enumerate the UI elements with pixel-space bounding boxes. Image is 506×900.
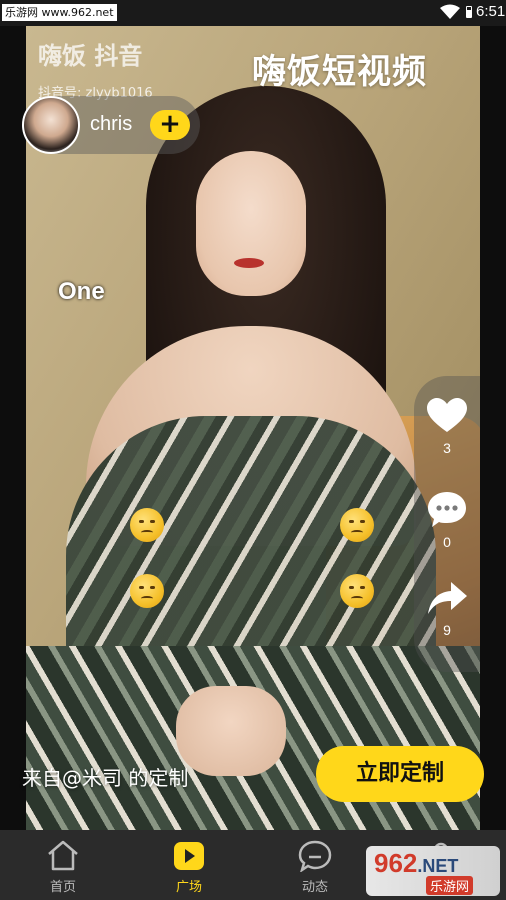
play-icon [174, 842, 204, 870]
customize-button[interactable]: 立即定制 [316, 746, 484, 802]
like-button[interactable]: 3 [414, 398, 480, 456]
share-count: 9 [443, 622, 451, 638]
overlay-tag: One [58, 278, 105, 305]
status-time: 6:51 [476, 3, 506, 20]
avatar[interactable] [22, 96, 80, 154]
right-letterbox [480, 26, 506, 830]
heart-icon [427, 398, 467, 432]
video-caption: 来自@米司 的定制 [22, 766, 189, 790]
nav-label: 广场 [175, 880, 202, 895]
username[interactable]: chris [90, 113, 132, 136]
watermark-sub: 乐游网 [426, 876, 474, 895]
left-letterbox [0, 26, 26, 830]
nav-item-activity[interactable]: 动态 [252, 830, 378, 900]
video-lips [234, 258, 264, 268]
home-icon [48, 840, 78, 871]
share-icon [428, 582, 467, 614]
follow-button[interactable]: + [150, 110, 190, 140]
share-button[interactable]: 9 [414, 580, 480, 638]
site-watermark: 962.NET 乐游网 [366, 846, 500, 896]
nav-label: 动态 [301, 880, 328, 895]
emoji-sad-icon [130, 574, 164, 608]
chat-icon [298, 840, 332, 872]
watermark-logo: 962.NET [374, 848, 459, 878]
video-hands [176, 686, 286, 776]
wifi-icon [440, 4, 460, 19]
user-chip[interactable]: chris + [22, 96, 200, 154]
emoji-confused-icon [130, 508, 164, 542]
comment-icon [428, 492, 466, 527]
like-count: 3 [443, 440, 451, 456]
brand-title: 嗨饭短视频 [252, 52, 427, 92]
nav-label: 首页 [49, 880, 76, 895]
emoji-confused-icon [340, 508, 374, 542]
action-rail: 3 0 9 [414, 376, 480, 672]
emoji-sad-icon [340, 574, 374, 608]
watermark-badge: 乐游网 www.962.net [2, 4, 117, 21]
nav-item-home[interactable]: 首页 [0, 830, 126, 900]
douyin-logo: 嗨饭 抖音 [38, 42, 143, 70]
battery-icon [466, 6, 472, 18]
status-bar: 乐游网 www.962.net 6:51 [0, 0, 506, 26]
video-face [196, 151, 306, 296]
nav-item-square[interactable]: 广场 [126, 830, 252, 900]
comment-button[interactable]: 0 [414, 490, 480, 550]
comment-count: 0 [443, 534, 451, 550]
